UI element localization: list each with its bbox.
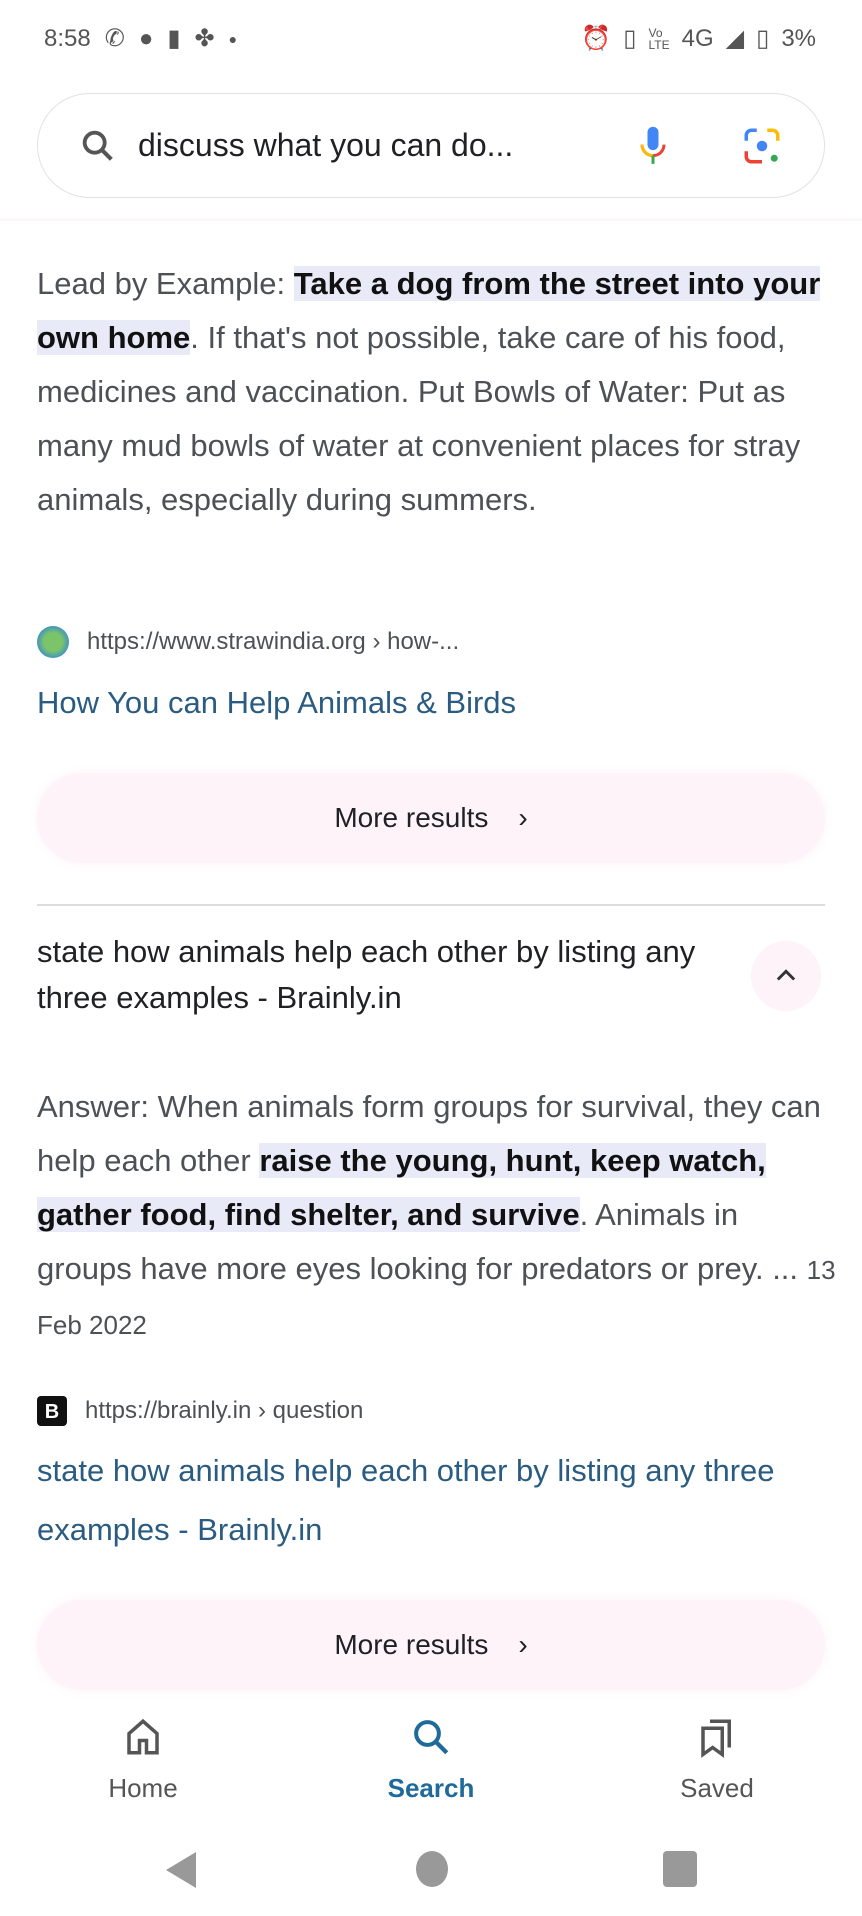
source-url[interactable]: https://www.strawindia.org › how-... (87, 628, 459, 656)
home-icon (127, 1718, 159, 1755)
divider (37, 904, 825, 906)
answer-snippet: Answer: When animals form groups for sur… (37, 1080, 837, 1352)
app-icon: ✤ (194, 25, 215, 52)
search-icon (414, 1720, 449, 1755)
whatsapp-icon: ✆ (104, 25, 125, 52)
signal-icon: ◢ (725, 25, 745, 52)
microphone-icon[interactable] (636, 124, 670, 168)
recents-button[interactable] (662, 1850, 698, 1888)
more-results-label: More results (334, 802, 489, 833)
more-results-button[interactable]: More results › (37, 773, 825, 863)
search-icon (82, 130, 113, 161)
alarm-icon: ⏰ (581, 25, 612, 52)
result-snippet: Lead by Example: Take a dog from the str… (37, 257, 837, 527)
source-url[interactable]: https://brainly.in › question (85, 1397, 363, 1425)
nav-home-label: Home (108, 1773, 178, 1803)
chevron-right-icon: › (518, 802, 528, 833)
status-bar: 8:58 ✆ ● ▮ ✤ ● ⏰ ▯ Vo LTE 4G ◢ ▯ 3% (0, 20, 862, 60)
nav-search[interactable]: Search (331, 1715, 531, 1804)
more-notifications-dot: ● (228, 30, 238, 47)
result-source[interactable]: B https://brainly.in › question (37, 1396, 363, 1426)
network-type: 4G (681, 24, 714, 52)
bookmarks-icon (701, 1719, 731, 1758)
alert-icon: ▮ (167, 25, 181, 52)
more-results-button[interactable]: More results › (37, 1600, 825, 1690)
battery-icon: ▯ (756, 25, 770, 52)
result-title-link[interactable]: state how animals help each other by lis… (37, 1441, 827, 1559)
question-title[interactable]: state how animals help each other by lis… (37, 929, 717, 1021)
status-time: 8:58 (44, 24, 91, 52)
result-source[interactable]: https://www.strawindia.org › how-... (37, 626, 459, 658)
home-button[interactable] (415, 1850, 449, 1888)
nav-home[interactable]: Home (43, 1715, 243, 1804)
nav-search-label: Search (387, 1773, 475, 1803)
volte-icon: Vo LTE (648, 25, 670, 52)
brainly-favicon: B (37, 1396, 67, 1426)
snippet-text: Lead by Example: (37, 266, 294, 301)
more-results-label: More results (334, 1629, 489, 1660)
search-input[interactable]: discuss what you can do... (138, 127, 513, 164)
nav-saved-label: Saved (680, 1773, 754, 1803)
search-bar[interactable]: discuss what you can do... (37, 93, 825, 198)
message-icon: ● (138, 24, 154, 52)
chevron-up-icon (776, 969, 796, 981)
collapse-button[interactable] (751, 941, 821, 1011)
vibrate-icon: ▯ (623, 25, 637, 52)
battery-level: 3% (781, 24, 816, 52)
chevron-right-icon: › (518, 1629, 528, 1660)
back-button[interactable] (164, 1850, 196, 1890)
google-lens-icon[interactable] (741, 125, 783, 167)
strawindia-favicon (37, 626, 69, 658)
nav-saved[interactable]: Saved (617, 1715, 817, 1804)
header-divider (0, 218, 862, 221)
result-title-link[interactable]: How You can Help Animals & Birds (37, 673, 827, 732)
